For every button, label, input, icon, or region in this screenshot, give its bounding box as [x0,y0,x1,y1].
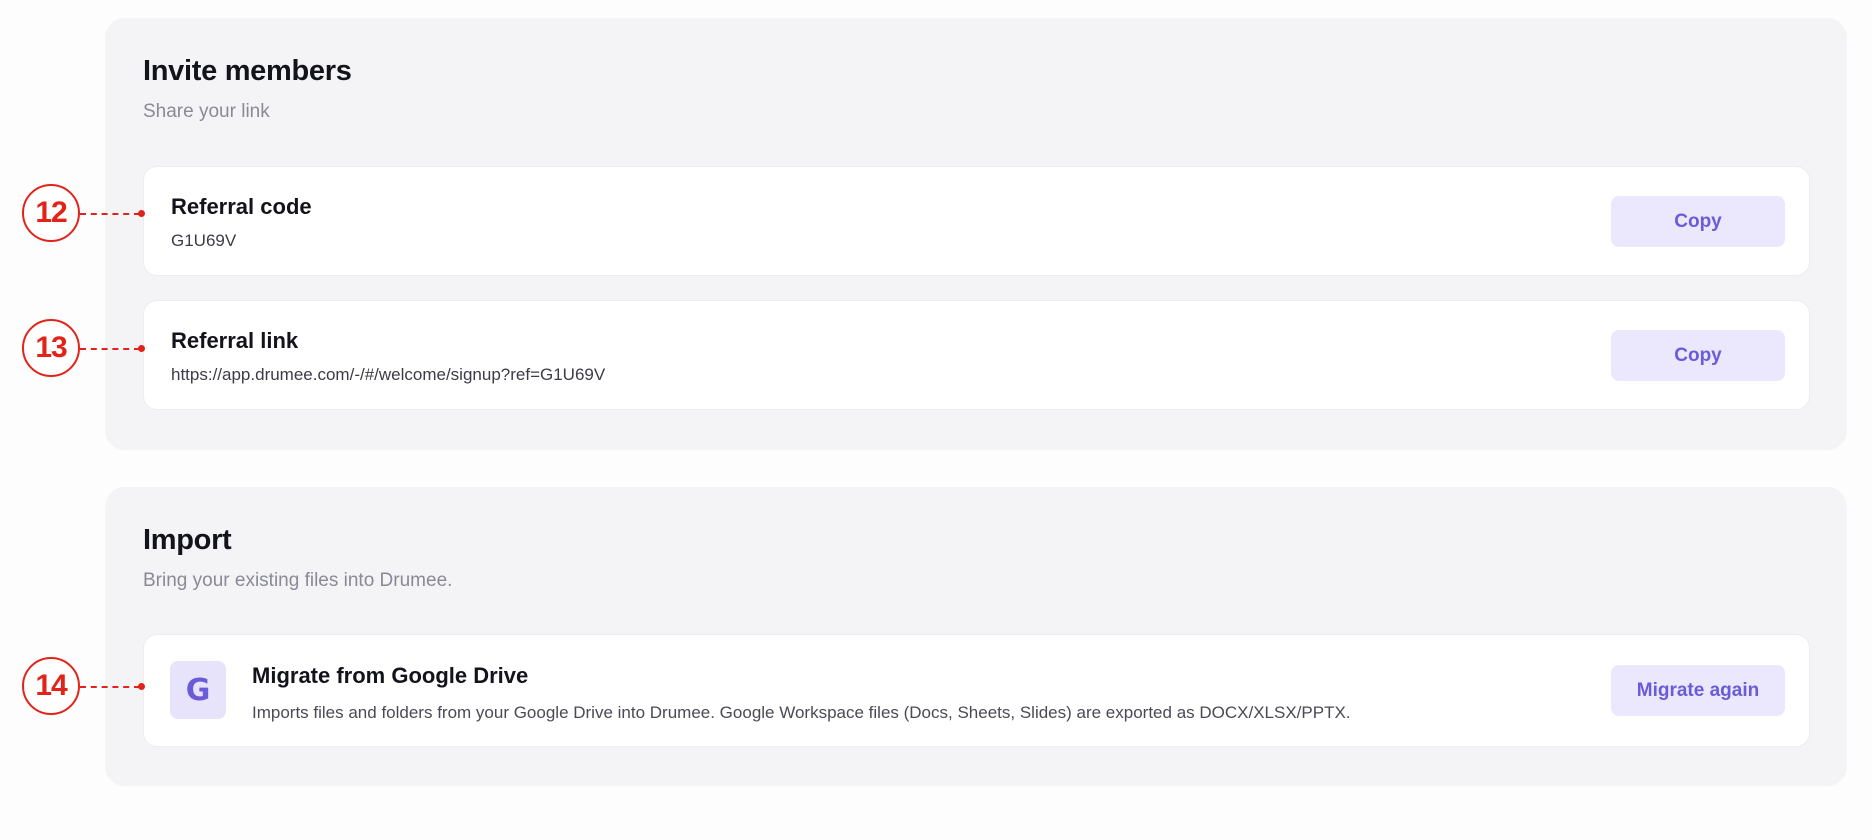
annotation-marker-13: 13 [22,319,80,377]
migrate-again-button[interactable]: Migrate again [1611,665,1785,716]
copy-referral-link-button[interactable]: Copy [1611,330,1785,381]
annotation-leader-dot [138,683,145,690]
copy-referral-code-button[interactable]: Copy [1611,196,1785,247]
import-section-subtitle: Bring your existing files into Drumee. [143,569,453,591]
referral-link-card: Referral link https://app.drumee.com/-/#… [143,300,1810,410]
settings-page: Invite members Share your link Referral … [0,0,1872,840]
invite-section-subtitle: Share your link [143,100,270,122]
google-drive-migration-description: Imports files and folders from your Goog… [252,703,1351,723]
import-section-title: Import [143,524,232,556]
invite-members-section: Invite members Share your link Referral … [105,18,1847,450]
annotation-leader-line [80,213,140,215]
annotation-leader-line [80,686,140,688]
google-drive-migration-card: G Migrate from Google Drive Imports file… [143,634,1810,747]
annotation-leader-dot [138,345,145,352]
import-section: Import Bring your existing files into Dr… [105,487,1847,786]
google-g-icon: G [170,661,226,719]
annotation-leader-line [80,348,140,350]
referral-code-label: Referral code [171,194,312,219]
annotation-marker-12: 12 [22,184,80,242]
google-drive-migration-label: Migrate from Google Drive [252,663,529,688]
annotation-leader-dot [138,210,145,217]
referral-link-value: https://app.drumee.com/-/#/welcome/signu… [171,365,606,385]
referral-code-card: Referral code G1U69V Copy [143,166,1810,276]
annotation-marker-14: 14 [22,657,80,715]
invite-section-title: Invite members [143,55,352,87]
referral-link-label: Referral link [171,328,299,353]
referral-code-value: G1U69V [171,231,237,251]
